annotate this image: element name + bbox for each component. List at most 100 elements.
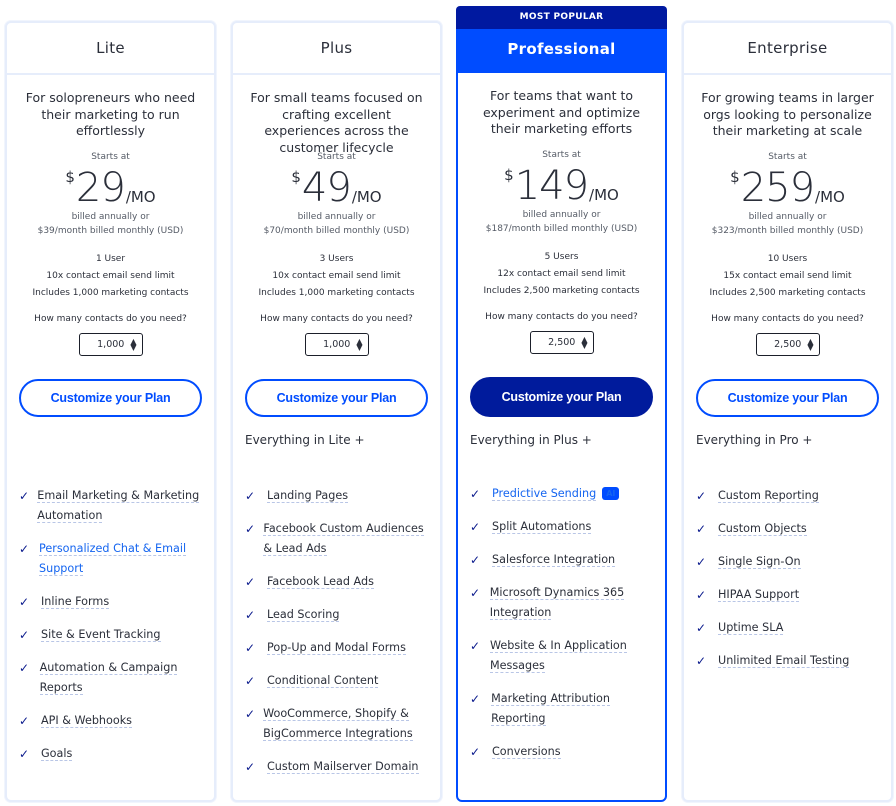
currency-symbol: $	[504, 166, 514, 184]
stepper-down-icon[interactable]: ▼	[356, 343, 362, 351]
feature-label[interactable]: Salesforce Integration	[492, 553, 616, 567]
check-icon: ✓	[470, 692, 481, 706]
plan-name: Lite	[7, 23, 214, 75]
feature-list: ✓ Custom Reporting ✓ Custom Objects ✓ Single …	[696, 486, 883, 684]
plan-include-item: 1 User	[95, 254, 126, 264]
feature-label[interactable]: Personalized Chat & Email Support	[39, 542, 187, 576]
check-icon: ✓	[245, 575, 256, 589]
feature-label[interactable]: Predictive Sending	[492, 487, 597, 501]
feature-label[interactable]: Unlimited Email Testing	[718, 654, 850, 668]
check-icon: ✓	[19, 747, 30, 761]
contacts-value[interactable]: 2,500	[774, 339, 801, 350]
stepper-arrows-icon[interactable]: ▲ ▼	[130, 337, 136, 351]
billing-note-line1: billed annually or	[297, 212, 376, 222]
plan-price: $ 259 /MO	[694, 166, 881, 208]
feature-item: ✓ Unlimited Email Testing	[696, 651, 883, 671]
feature-label[interactable]: Automation & Campaign Reports	[39, 661, 178, 695]
feature-label[interactable]: Marketing Attribution Reporting	[491, 692, 610, 726]
feature-item: ✓ Pop-Up and Modal Forms	[245, 638, 432, 658]
check-icon: ✓	[696, 489, 707, 503]
contacts-stepper[interactable]: 2,500 ▲ ▼	[529, 331, 594, 354]
feature-label[interactable]: Conversions	[492, 745, 561, 759]
feature-label[interactable]: Custom Reporting	[718, 489, 819, 503]
feature-label[interactable]: Site & Event Tracking	[41, 628, 161, 642]
feature-label[interactable]: Website & In Application Messages	[489, 639, 627, 673]
contacts-value[interactable]: 1,000	[323, 339, 350, 350]
feature-label[interactable]: Uptime SLA	[718, 621, 784, 635]
billing-note-line1: billed annually or	[522, 210, 601, 220]
billing-note-line1: billed annually or	[748, 212, 827, 222]
feature-label[interactable]: Custom Objects	[718, 522, 807, 536]
check-icon: ✓	[470, 487, 481, 501]
feature-label[interactable]: Landing Pages	[267, 489, 349, 503]
currency-symbol: $	[65, 168, 75, 186]
contacts-value[interactable]: 2,500	[548, 337, 575, 348]
feature-item: ✓ Custom Reporting	[696, 486, 883, 506]
feature-label[interactable]: Conditional Content	[267, 674, 379, 688]
plan-card-enterprise: Enterprise For growing teams in larger o…	[682, 21, 893, 802]
customize-plan-button[interactable]: Customize your Plan	[470, 377, 653, 417]
feature-item: ✓ WooCommerce, Shopify & BigCommerce Inte…	[245, 704, 432, 744]
contacts-stepper[interactable]: 1,000 ▲ ▼	[78, 333, 143, 356]
billing-note: billed annually or $39/month billed mont…	[17, 210, 204, 238]
feature-label[interactable]: API & Webhooks	[41, 714, 133, 728]
feature-label[interactable]: HIPAA Support	[718, 588, 800, 602]
check-icon: ✓	[470, 639, 481, 653]
price-amount: 49	[301, 165, 352, 211]
price-period: /MO	[815, 188, 845, 206]
billing-note-line2: $70/month billed monthly (USD)	[263, 226, 410, 236]
feature-label[interactable]: Split Automations	[492, 520, 592, 534]
currency-symbol: $	[730, 168, 740, 186]
stepper-arrows-icon[interactable]: ▲ ▼	[356, 337, 362, 351]
feature-label[interactable]: Facebook Lead Ads	[267, 575, 374, 589]
plan-name: Enterprise	[684, 23, 891, 75]
contacts-question: How many contacts do you need?	[260, 314, 413, 324]
feature-label[interactable]: Custom Mailserver Domain	[267, 760, 419, 774]
stepper-down-icon[interactable]: ▼	[581, 341, 587, 349]
contacts-question: How many contacts do you need?	[711, 314, 864, 324]
feature-item: ✓ Custom Objects	[696, 519, 883, 539]
feature-label[interactable]: Pop-Up and Modal Forms	[267, 641, 406, 655]
feature-list: ✓ Predictive Sending AI ✓ Split Automations ✓…	[470, 484, 657, 775]
price-period: /MO	[351, 188, 382, 206]
check-icon: ✓	[696, 555, 707, 569]
feature-item: ✓ API & Webhooks	[19, 711, 206, 731]
price-period: /MO	[589, 186, 619, 204]
everything-in-label: Everything in Pro +	[696, 433, 813, 447]
plan-card-lite: Lite For solopreneurs who need their mar…	[5, 21, 216, 802]
feature-label[interactable]: Goals	[41, 747, 73, 761]
contacts-stepper[interactable]: 1,000 ▲ ▼	[304, 333, 369, 356]
feature-label[interactable]: Email Marketing & Marketing Automation	[37, 489, 200, 523]
feature-label[interactable]: WooCommerce, Shopify & BigCommerce Integ…	[263, 707, 413, 741]
stepper-down-icon[interactable]: ▼	[130, 343, 136, 351]
plan-description: For teams that want to experiment and op…	[482, 88, 641, 136]
stepper-down-icon[interactable]: ▼	[807, 343, 813, 351]
check-icon: ✓	[470, 553, 481, 567]
starts-at-label: Starts at	[91, 152, 130, 162]
feature-label[interactable]: Microsoft Dynamics 365 Integration	[489, 586, 625, 620]
feature-item: ✓ Predictive Sending AI	[470, 484, 657, 504]
customize-plan-button[interactable]: Customize your Plan	[696, 379, 879, 417]
plan-include-item: Includes 2,500 marketing contacts	[709, 288, 866, 298]
feature-label[interactable]: Facebook Custom Audiences & Lead Ads	[263, 522, 424, 556]
check-icon: ✓	[696, 522, 707, 536]
customize-plan-button[interactable]: Customize your Plan	[245, 379, 428, 417]
feature-label[interactable]: Single Sign-On	[718, 555, 801, 569]
contacts-question: How many contacts do you need?	[485, 312, 638, 322]
plan-include-item: Includes 1,000 marketing contacts	[258, 288, 415, 298]
contacts-value[interactable]: 1,000	[97, 339, 124, 350]
feature-item: ✓ Inline Forms	[19, 592, 206, 612]
feature-label[interactable]: Inline Forms	[41, 595, 110, 609]
stepper-arrows-icon[interactable]: ▲ ▼	[581, 335, 587, 349]
plan-include-item: 10 Users	[767, 254, 808, 264]
check-icon: ✓	[470, 586, 481, 600]
customize-plan-button[interactable]: Customize your Plan	[19, 379, 202, 417]
stepper-arrows-icon[interactable]: ▲ ▼	[807, 337, 813, 351]
plan-include-item: 15x contact email send limit	[723, 271, 852, 281]
check-icon: ✓	[470, 520, 481, 534]
plan-includes: 10 Users 15x contact email send limit Incl…	[694, 251, 881, 302]
feature-item: ✓ Automation & Campaign Reports	[19, 658, 206, 698]
feature-label[interactable]: Lead Scoring	[267, 608, 340, 622]
contacts-stepper[interactable]: 2,500 ▲ ▼	[755, 333, 820, 356]
plan-includes: 5 Users 12x contact email send limit Inclu…	[468, 249, 655, 300]
